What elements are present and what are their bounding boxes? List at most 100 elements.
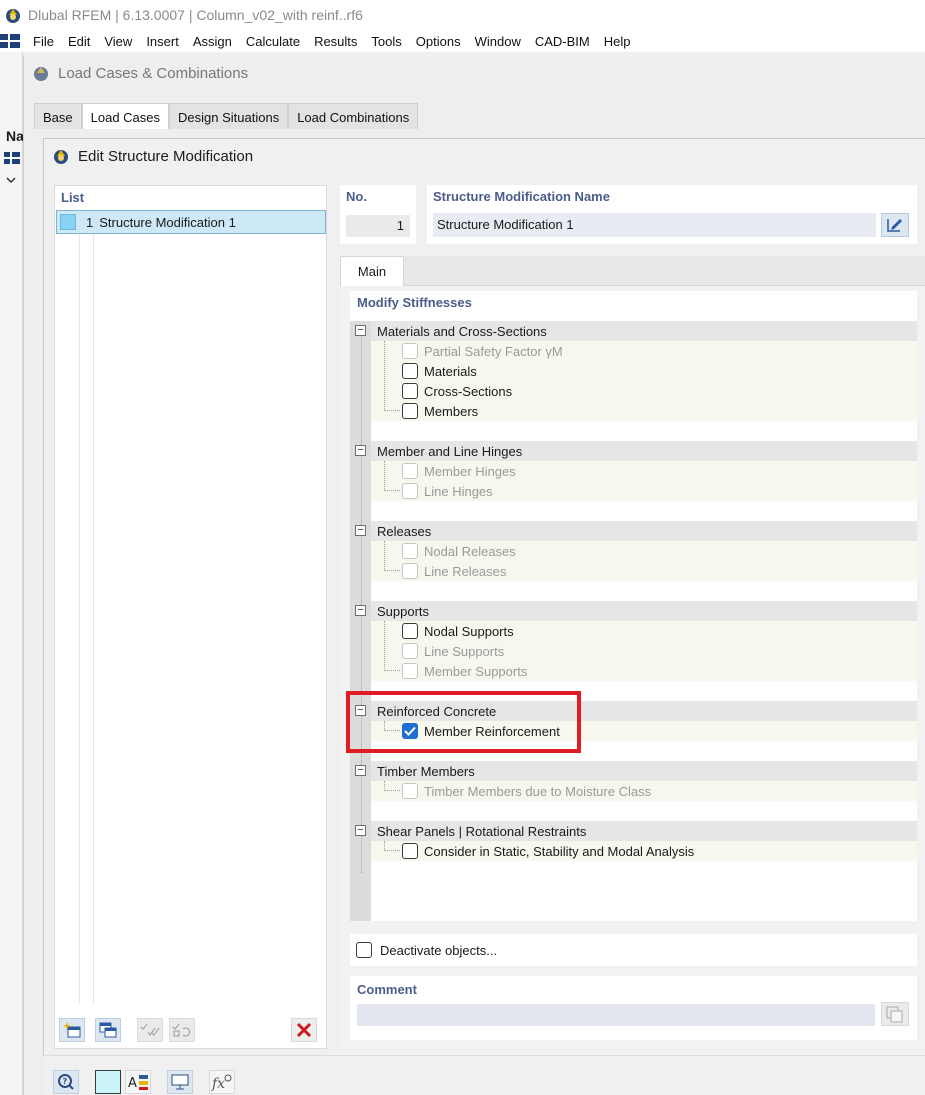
item-label: Line Hinges <box>424 483 493 499</box>
tree-trunk-line <box>361 331 362 873</box>
menu-options[interactable]: Options <box>409 34 468 49</box>
menu-insert[interactable]: Insert <box>139 34 186 49</box>
item-members[interactable]: Members <box>402 401 478 421</box>
bottom-toolbar: ? A fx <box>43 1055 925 1095</box>
collapse-icon[interactable]: − <box>355 445 366 456</box>
menu-cad-bim[interactable]: CAD-BIM <box>528 34 597 49</box>
chevron-down-icon[interactable] <box>6 176 16 184</box>
item-materials[interactable]: Materials <box>402 361 477 381</box>
deactivate-objects-panel: Deactivate objects... <box>350 934 917 966</box>
item-label: Member Supports <box>424 663 528 679</box>
collapse-icon[interactable]: − <box>355 525 366 536</box>
name-header: Structure Modification Name <box>433 189 610 204</box>
navigator-strip: Na <box>0 52 24 1095</box>
load-cases-title-text: Load Cases & Combinations <box>58 64 249 82</box>
menu-view[interactable]: View <box>97 34 139 49</box>
list-item[interactable]: 1 Structure Modification 1 <box>56 210 326 234</box>
copy-item-button[interactable] <box>95 1018 121 1042</box>
menu-edit[interactable]: Edit <box>61 34 97 49</box>
tree-branch-line <box>384 461 400 491</box>
checkbox[interactable] <box>402 643 418 659</box>
item-consider-static-analysis[interactable]: Consider in Static, Stability and Modal … <box>402 841 694 861</box>
checkbox[interactable] <box>402 343 418 359</box>
checkbox[interactable] <box>402 363 418 379</box>
checkbox[interactable] <box>402 483 418 499</box>
main-tab-content: Modify Stiffnesses Materials and Cross-S… <box>340 285 925 1048</box>
item-cross-sections[interactable]: Cross-Sections <box>402 381 512 401</box>
checkbox[interactable] <box>402 463 418 479</box>
rfem-logo-icon <box>6 9 20 23</box>
item-label: Nodal Releases <box>424 543 516 559</box>
checkbox[interactable] <box>402 663 418 679</box>
deactivate-objects-checkbox[interactable] <box>356 942 372 958</box>
checkbox[interactable] <box>402 383 418 399</box>
tab-area: Modify Stiffnesses Materials and Cross-S… <box>340 256 925 1048</box>
checkbox[interactable] <box>402 783 418 799</box>
model-flag-icon[interactable] <box>4 152 20 164</box>
list-item-number: 1 <box>86 214 94 230</box>
edit-structure-modification-dialog: Edit Structure Modification List 1 Struc… <box>43 138 925 1095</box>
tree-branch-line <box>384 781 400 791</box>
checkbox[interactable] <box>402 623 418 639</box>
copy-icon <box>886 1006 903 1023</box>
item-member-supports[interactable]: Member Supports <box>402 661 527 681</box>
dialog-title-text: Edit Structure Modification <box>78 147 254 165</box>
item-member-hinges[interactable]: Member Hinges <box>402 461 516 481</box>
formula-button[interactable]: fx <box>209 1070 235 1094</box>
item-nodal-releases[interactable]: Nodal Releases <box>402 541 516 561</box>
edit-name-button[interactable] <box>881 213 909 237</box>
highlight-box <box>346 691 581 753</box>
delete-button[interactable] <box>291 1018 317 1042</box>
checkbox[interactable] <box>402 843 418 859</box>
tab-main[interactable]: Main <box>340 256 404 286</box>
menu-window[interactable]: Window <box>468 34 528 49</box>
menu-assign[interactable]: Assign <box>186 34 239 49</box>
load-cases-dialog-title: Load Cases & Combinations <box>32 62 248 84</box>
item-partial-safety-factor[interactable]: Partial Safety Factor γM <box>402 341 563 361</box>
menu-file[interactable]: File <box>26 34 61 49</box>
checkbox[interactable] <box>402 403 418 419</box>
name-field[interactable]: Structure Modification 1 <box>433 213 876 237</box>
help-button[interactable]: ? <box>53 1070 79 1094</box>
uncheck-button[interactable] <box>169 1018 195 1042</box>
tab-design-situations[interactable]: Design Situations <box>169 103 289 129</box>
group-body: Nodal Supports Line Supports Member Supp… <box>371 621 917 681</box>
navigator-label: Na <box>6 128 24 144</box>
app-title: Dlubal RFEM | 6.13.0007 | Column_v02_wit… <box>28 7 363 23</box>
deactivate-objects-label: Deactivate objects... <box>380 942 498 958</box>
checkbox[interactable] <box>402 543 418 559</box>
monitor-icon <box>171 1074 189 1090</box>
color-button[interactable] <box>95 1070 121 1094</box>
menu-results[interactable]: Results <box>307 34 364 49</box>
comment-field[interactable] <box>357 1004 875 1026</box>
checkbox[interactable] <box>402 563 418 579</box>
item-nodal-supports[interactable]: Nodal Supports <box>402 621 514 641</box>
collapse-icon[interactable]: − <box>355 325 366 336</box>
tree-branch-line <box>384 341 400 411</box>
item-label: Cross-Sections <box>424 383 513 399</box>
item-line-supports[interactable]: Line Supports <box>402 641 504 661</box>
check-all-button[interactable] <box>137 1018 163 1042</box>
tab-load-combinations[interactable]: Load Combinations <box>288 103 419 129</box>
menu-help[interactable]: Help <box>597 34 638 49</box>
tab-load-cases[interactable]: Load Cases <box>81 103 170 129</box>
list-grid-line <box>93 234 94 1004</box>
menu-calculate[interactable]: Calculate <box>239 34 307 49</box>
collapse-icon[interactable]: − <box>355 605 366 616</box>
menu-tools[interactable]: Tools <box>364 34 408 49</box>
collapse-icon[interactable]: − <box>355 765 366 776</box>
view-button[interactable] <box>167 1070 193 1094</box>
item-line-hinges[interactable]: Line Hinges <box>402 481 493 501</box>
new-item-button[interactable] <box>59 1018 85 1042</box>
tab-base[interactable]: Base <box>34 103 82 129</box>
collapse-icon[interactable]: − <box>355 825 366 836</box>
group-label: Materials and Cross-Sections <box>377 323 547 339</box>
display-properties-button[interactable]: A <box>125 1070 151 1094</box>
item-timber-moisture-class[interactable]: Timber Members due to Moisture Class <box>402 781 651 801</box>
comment-library-button[interactable] <box>881 1002 909 1026</box>
app-menu-icon[interactable] <box>0 34 20 48</box>
item-label: Members <box>424 403 479 419</box>
modify-stiffnesses-panel: Modify Stiffnesses Materials and Cross-S… <box>346 291 917 921</box>
item-line-releases[interactable]: Line Releases <box>402 561 506 581</box>
item-label: Line Supports <box>424 643 505 659</box>
